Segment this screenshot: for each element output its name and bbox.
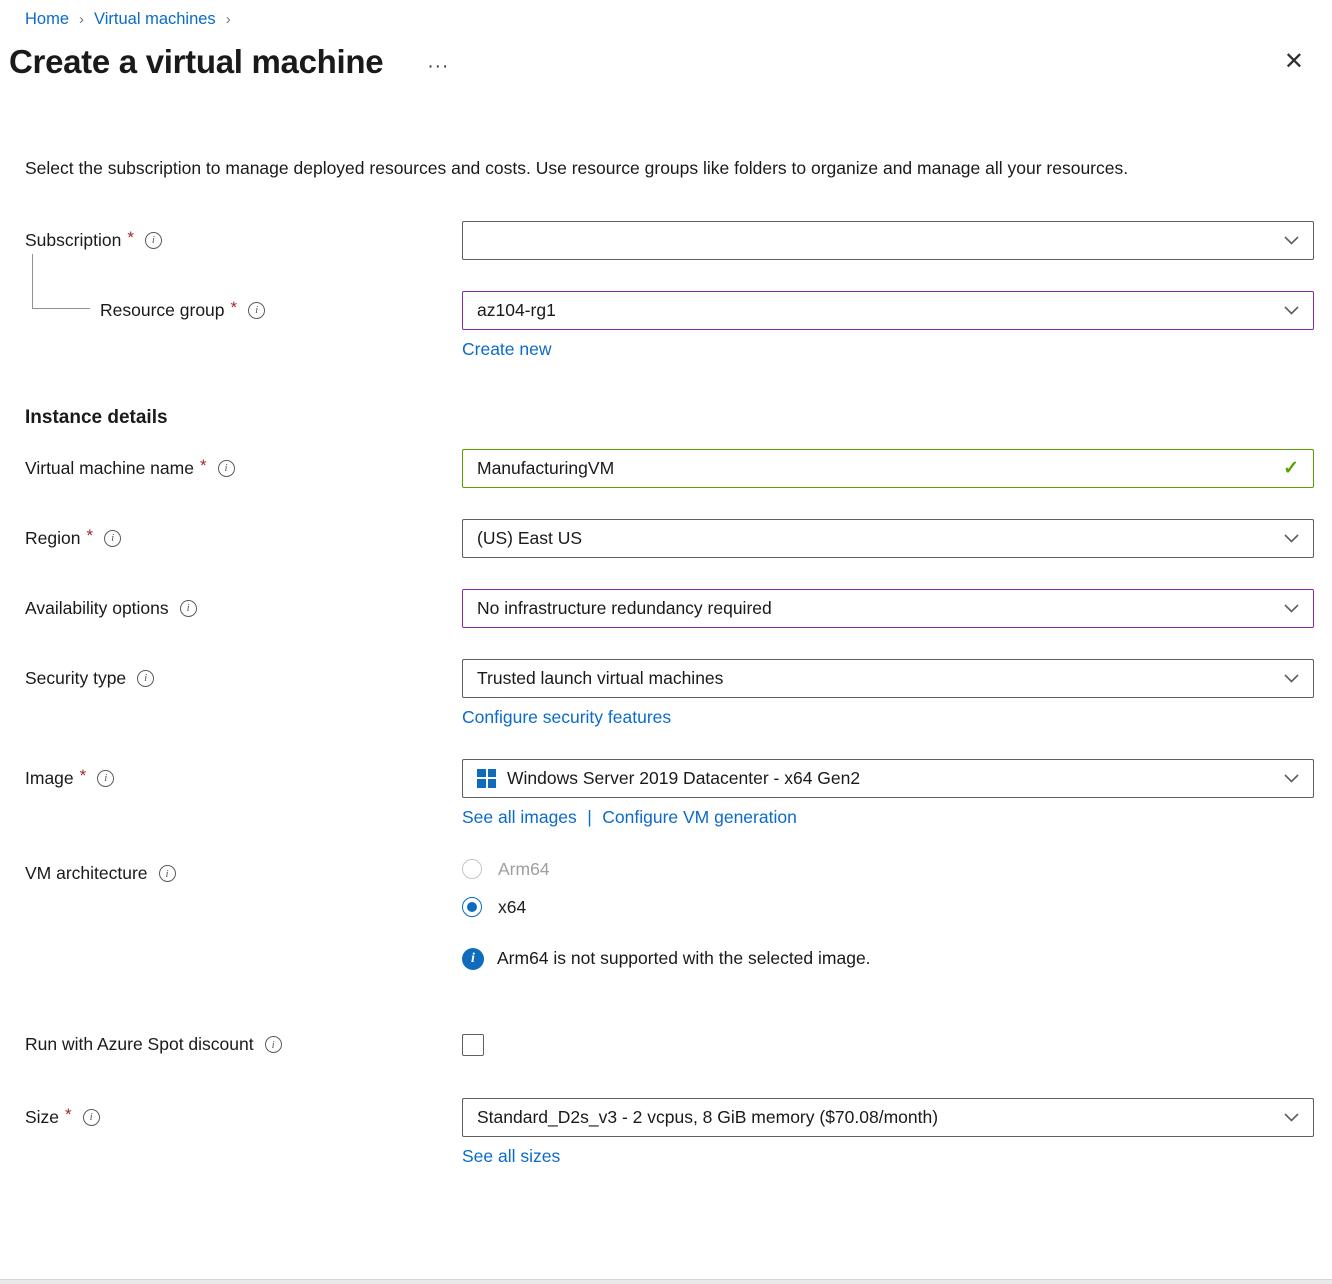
field-security-type: Security type i Trusted launch virtual m… bbox=[25, 659, 1314, 728]
size-dropdown[interactable]: Standard_D2s_v3 - 2 vcpus, 8 GiB memory … bbox=[462, 1098, 1314, 1137]
title-row: Create a virtual machine ··· ✕ bbox=[0, 29, 1332, 81]
subscription-dropdown[interactable] bbox=[462, 221, 1314, 260]
required-asterisk: * bbox=[231, 298, 238, 318]
radio-unselected-icon bbox=[462, 859, 482, 879]
size-value: Standard_D2s_v3 - 2 vcpus, 8 GiB memory … bbox=[477, 1107, 938, 1128]
info-icon[interactable]: i bbox=[97, 770, 114, 787]
field-subscription: Subscription * i bbox=[25, 221, 1314, 260]
windows-logo-icon bbox=[477, 769, 496, 788]
info-icon[interactable]: i bbox=[218, 460, 235, 477]
region-dropdown[interactable]: (US) East US bbox=[462, 519, 1314, 558]
image-dropdown[interactable]: Windows Server 2019 Datacenter - x64 Gen… bbox=[462, 759, 1314, 798]
bottom-divider bbox=[0, 1279, 1332, 1284]
required-asterisk: * bbox=[86, 526, 93, 546]
vm-name-label: Virtual machine name bbox=[25, 458, 194, 479]
size-label: Size bbox=[25, 1107, 59, 1128]
security-type-dropdown[interactable]: Trusted launch virtual machines bbox=[462, 659, 1314, 698]
vm-name-input[interactable]: ManufacturingVM ✓ bbox=[462, 449, 1314, 488]
chevron-down-icon bbox=[1284, 1113, 1299, 1122]
see-all-images-link[interactable]: See all images bbox=[462, 807, 577, 828]
info-icon[interactable]: i bbox=[104, 530, 121, 547]
resource-group-dropdown[interactable]: az104-rg1 bbox=[462, 291, 1314, 330]
image-value: Windows Server 2019 Datacenter - x64 Gen… bbox=[507, 768, 860, 789]
breadcrumb-home[interactable]: Home bbox=[25, 10, 69, 29]
intro-text: Select the subscription to manage deploy… bbox=[25, 153, 1297, 185]
availability-options-label: Availability options bbox=[25, 598, 169, 619]
x64-radio-label: x64 bbox=[498, 897, 526, 918]
arm64-radio-label: Arm64 bbox=[498, 859, 550, 880]
subscription-group: Subscription * i Resource group * i bbox=[25, 221, 1314, 360]
basics-form: Subscription * i Resource group * i bbox=[0, 221, 1332, 1167]
required-asterisk: * bbox=[80, 766, 87, 786]
chevron-down-icon bbox=[1284, 604, 1299, 613]
more-actions-icon[interactable]: ··· bbox=[427, 56, 449, 78]
breadcrumb-separator-icon: › bbox=[226, 11, 231, 28]
field-vm-name: Virtual machine name * i ManufacturingVM… bbox=[25, 449, 1314, 488]
field-availability-options: Availability options i No infrastructure… bbox=[25, 589, 1314, 628]
required-asterisk: * bbox=[65, 1105, 72, 1125]
azure-spot-label: Run with Azure Spot discount bbox=[25, 1034, 254, 1055]
chevron-down-icon bbox=[1284, 534, 1299, 543]
image-label: Image bbox=[25, 768, 74, 789]
arm64-radio[interactable]: Arm64 bbox=[462, 859, 550, 880]
close-icon[interactable]: ✕ bbox=[1284, 50, 1304, 74]
info-icon[interactable]: i bbox=[137, 670, 154, 687]
security-type-label: Security type bbox=[25, 668, 126, 689]
info-icon[interactable]: i bbox=[248, 302, 265, 319]
field-image: Image * i Windows Server 2019 Datacenter… bbox=[25, 759, 1314, 828]
required-asterisk: * bbox=[127, 228, 134, 248]
chevron-down-icon bbox=[1284, 236, 1299, 245]
chevron-down-icon bbox=[1284, 674, 1299, 683]
region-label: Region bbox=[25, 528, 80, 549]
resource-group-value: az104-rg1 bbox=[477, 300, 556, 321]
security-type-value: Trusted launch virtual machines bbox=[477, 668, 723, 689]
field-azure-spot: Run with Azure Spot discount i bbox=[25, 1032, 1314, 1058]
info-icon[interactable]: i bbox=[83, 1109, 100, 1126]
info-icon[interactable]: i bbox=[145, 232, 162, 249]
valid-check-icon: ✓ bbox=[1283, 457, 1299, 480]
info-icon[interactable]: i bbox=[159, 865, 176, 882]
x64-radio[interactable]: x64 bbox=[462, 897, 526, 918]
chevron-down-icon bbox=[1284, 306, 1299, 315]
create-new-link[interactable]: Create new bbox=[462, 339, 552, 360]
configure-security-features-link[interactable]: Configure security features bbox=[462, 707, 671, 728]
instance-details-heading: Instance details bbox=[25, 407, 1314, 429]
breadcrumb-separator-icon: › bbox=[79, 11, 84, 28]
radio-selected-icon bbox=[462, 897, 482, 917]
arch-info-text: Arm64 is not supported with the selected… bbox=[497, 948, 871, 969]
field-resource-group: Resource group * i az104-rg1 Create new bbox=[25, 291, 1314, 360]
tree-connector bbox=[32, 254, 90, 309]
breadcrumb: Home › Virtual machines › bbox=[0, 0, 1332, 29]
vm-name-value: ManufacturingVM bbox=[477, 458, 614, 479]
subscription-label: Subscription bbox=[25, 230, 121, 251]
resource-group-label: Resource group bbox=[100, 300, 225, 321]
arch-info-message: i Arm64 is not supported with the select… bbox=[462, 948, 1314, 970]
link-separator: | bbox=[587, 807, 592, 827]
field-region: Region * i (US) East US bbox=[25, 519, 1314, 558]
breadcrumb-virtual-machines[interactable]: Virtual machines bbox=[94, 10, 216, 29]
configure-vm-generation-link[interactable]: Configure VM generation bbox=[602, 807, 797, 828]
region-value: (US) East US bbox=[477, 528, 582, 549]
info-filled-icon: i bbox=[462, 948, 484, 970]
availability-options-value: No infrastructure redundancy required bbox=[477, 598, 772, 619]
required-asterisk: * bbox=[200, 456, 207, 476]
page-title: Create a virtual machine bbox=[9, 43, 383, 81]
field-vm-architecture: VM architecture i Arm64 x64 i Arm64 is n… bbox=[25, 859, 1314, 970]
see-all-sizes-link[interactable]: See all sizes bbox=[462, 1146, 560, 1167]
info-icon[interactable]: i bbox=[265, 1036, 282, 1053]
vm-architecture-label: VM architecture bbox=[25, 863, 148, 884]
field-size: Size * i Standard_D2s_v3 - 2 vcpus, 8 Gi… bbox=[25, 1098, 1314, 1167]
azure-spot-checkbox[interactable] bbox=[462, 1034, 484, 1056]
create-vm-page: Home › Virtual machines › Create a virtu… bbox=[0, 0, 1332, 1167]
availability-options-dropdown[interactable]: No infrastructure redundancy required bbox=[462, 589, 1314, 628]
info-icon[interactable]: i bbox=[180, 600, 197, 617]
chevron-down-icon bbox=[1284, 774, 1299, 783]
